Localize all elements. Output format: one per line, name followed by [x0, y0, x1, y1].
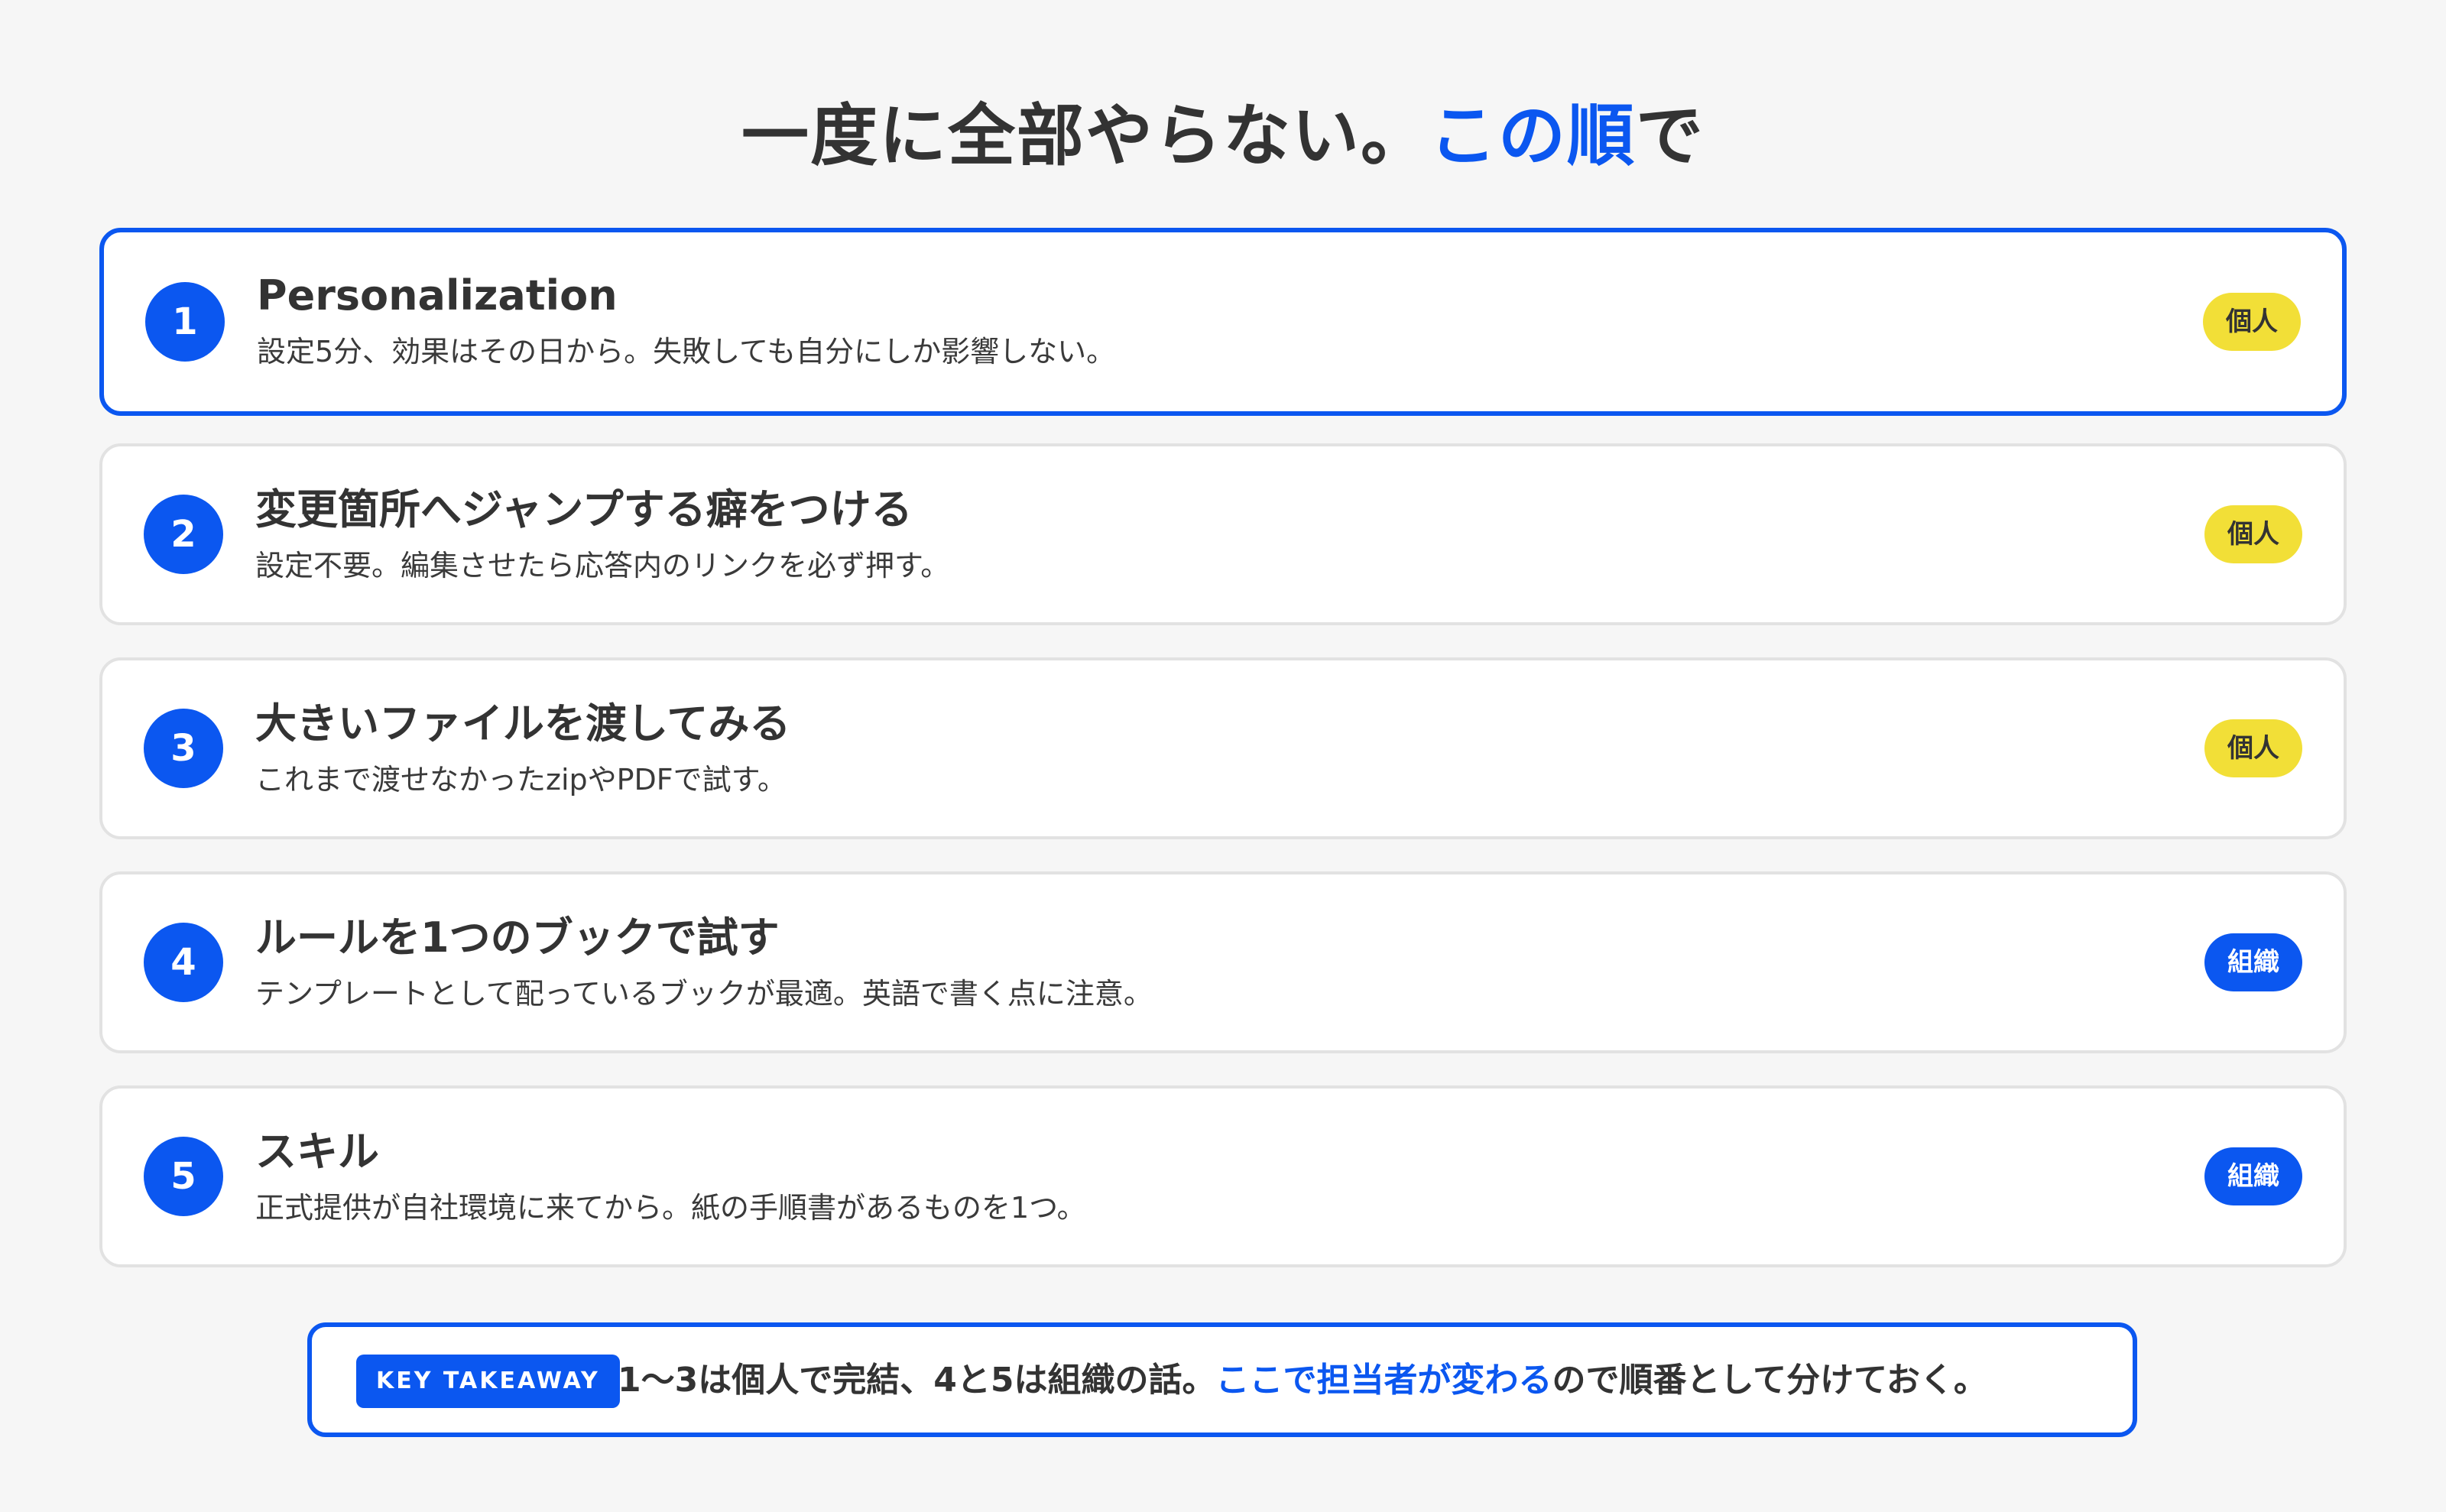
- takeaway-text-before: 1〜3は個人で完結、4と5は組織の話。: [618, 1361, 1216, 1400]
- step-number-badge: 2: [144, 495, 223, 574]
- step-description: テンプレートとして配っているブックが最適。英語で書く点に注意。: [255, 977, 1153, 1011]
- title-prefix: 一度に全部やらない。: [741, 96, 1429, 175]
- step-number-badge: 4: [144, 923, 223, 1002]
- step-description: 設定5分、効果はその日から。失敗しても自分にしか影響しない。: [257, 335, 1116, 368]
- takeaway-text-highlight: ここで担当者が変わる: [1215, 1361, 1552, 1400]
- step-list: 1 Personalization 設定5分、効果はその日から。失敗しても自分に…: [99, 228, 2347, 1299]
- step-title: スキル: [255, 1128, 379, 1176]
- scope-badge-personal: 個人: [2204, 505, 2302, 563]
- scope-badge-organization: 組織: [2204, 933, 2302, 991]
- page-title: 一度に全部やらない。この順で: [0, 90, 2446, 182]
- step-number-badge: 3: [144, 709, 223, 788]
- step-number-badge: 1: [145, 282, 225, 362]
- title-suffix: で: [1636, 96, 1705, 175]
- title-highlight: この順: [1429, 96, 1636, 175]
- step-description: 設定不要。編集させたら応答内のリンクを必ず押す。: [255, 549, 950, 582]
- step-card-4: 4 ルールを1つのブックで試す テンプレートとして配っているブックが最適。英語で…: [99, 871, 2347, 1053]
- key-takeaway-box: KEY TAKEAWAY 1〜3は個人で完結、4と5は組織の話。ここで担当者が変…: [307, 1322, 2137, 1437]
- step-card-5: 5 スキル 正式提供が自社環境に来てから。紙の手順書があるものを1つ。 組織: [99, 1085, 2347, 1267]
- step-description: これまで渡せなかったzipやPDFで試す。: [255, 763, 787, 797]
- scope-badge-organization: 組織: [2204, 1147, 2302, 1205]
- step-number-badge: 5: [144, 1137, 223, 1216]
- step-description: 正式提供が自社環境に来てから。紙の手順書があるものを1つ。: [255, 1191, 1086, 1225]
- step-title: 変更箇所へジャンプする癖をつける: [255, 485, 913, 534]
- step-title: 大きいファイルを渡してみる: [255, 699, 791, 748]
- key-takeaway-label: KEY TAKEAWAY: [356, 1355, 620, 1408]
- step-title: ルールを1つのブックで試す: [255, 913, 780, 962]
- scope-badge-personal: 個人: [2203, 293, 2301, 351]
- step-card-2: 2 変更箇所へジャンプする癖をつける 設定不要。編集させたら応答内のリンクを必ず…: [99, 443, 2347, 625]
- step-card-1: 1 Personalization 設定5分、効果はその日から。失敗しても自分に…: [99, 228, 2347, 416]
- step-card-3: 3 大きいファイルを渡してみる これまで渡せなかったzipやPDFで試す。 個人: [99, 657, 2347, 839]
- key-takeaway-text: 1〜3は個人で完結、4と5は組織の話。ここで担当者が変わるので順番として分けてお…: [618, 1356, 1987, 1405]
- scope-badge-personal: 個人: [2204, 719, 2302, 777]
- takeaway-text-after: ので順番として分けておく。: [1552, 1361, 1987, 1400]
- step-title: Personalization: [257, 271, 618, 320]
